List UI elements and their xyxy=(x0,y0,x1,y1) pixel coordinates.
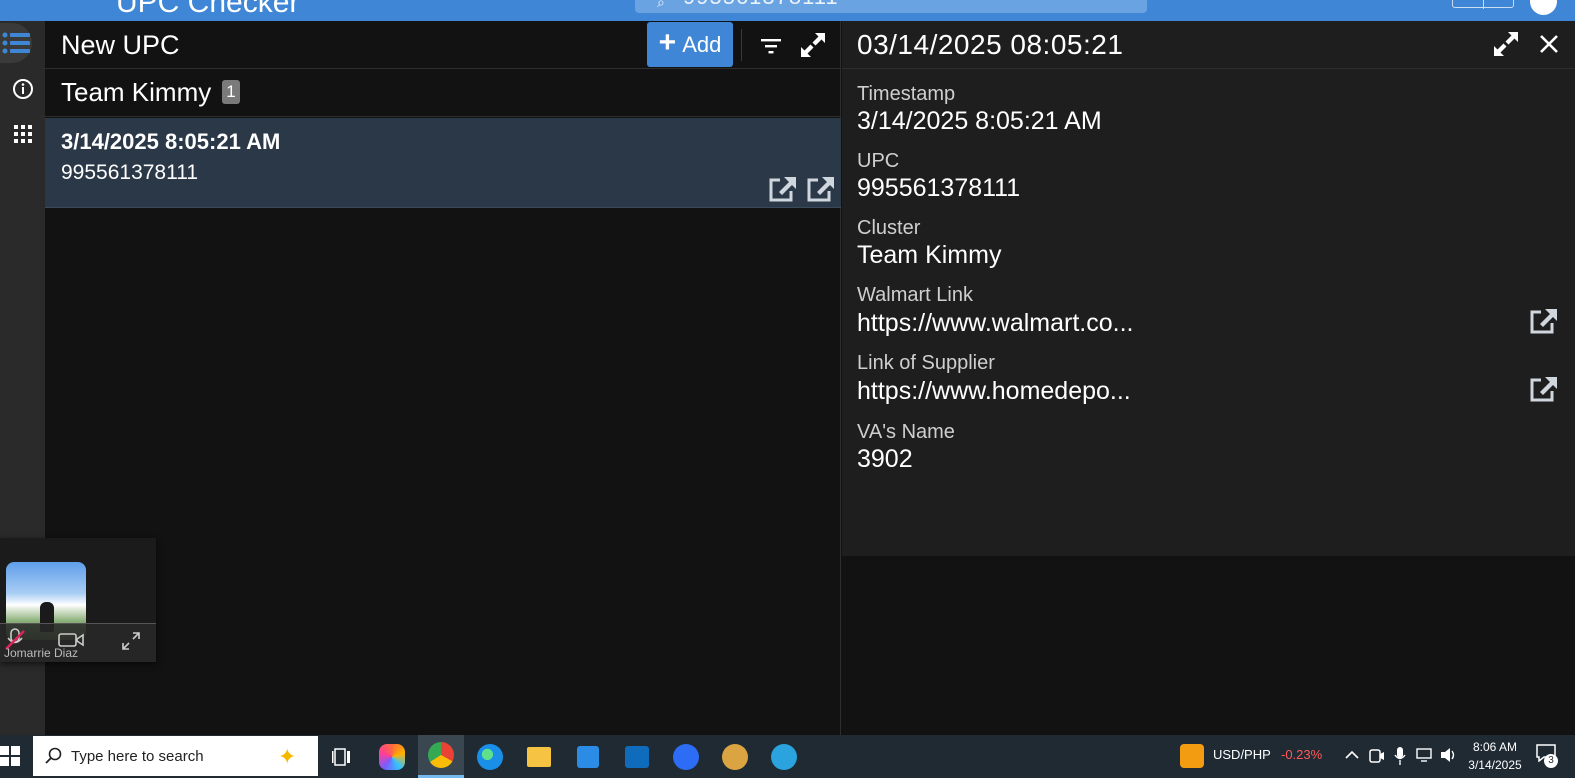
field-label-timestamp: Timestamp xyxy=(857,83,956,105)
microphone-icon[interactable] xyxy=(1394,746,1406,766)
account-icon[interactable] xyxy=(1530,0,1557,15)
participant-name: Jomarrie Diaz xyxy=(4,646,79,660)
app-title: UPC Checker xyxy=(116,0,300,19)
file-explorer-icon[interactable] xyxy=(516,735,562,778)
group-header[interactable]: Team Kimmy 1 xyxy=(45,70,841,117)
outlook-icon[interactable] xyxy=(614,735,660,778)
meet-now-icon[interactable] xyxy=(1369,747,1385,765)
field-value-supplier-link[interactable]: https://www.homedepo... xyxy=(857,377,1131,406)
field-label-va-name: VA's Name xyxy=(857,421,955,443)
search-value: 995561378111 xyxy=(683,0,839,10)
group-label: Team Kimmy xyxy=(61,77,212,107)
info-button[interactable] xyxy=(0,69,45,109)
copilot-icon[interactable] xyxy=(369,735,415,778)
filter-icon[interactable] xyxy=(759,34,783,58)
external-link-icon[interactable] xyxy=(1528,307,1558,335)
expand-icon[interactable] xyxy=(1492,30,1520,58)
field-value-upc: 995561378111 xyxy=(857,174,1021,202)
field-value-timestamp: 3/14/2025 8:05:21 AM xyxy=(857,107,1102,135)
apps-button[interactable] xyxy=(0,114,45,154)
field-label-supplier-link: Link of Supplier xyxy=(857,352,995,374)
notification-count: 3 xyxy=(1544,754,1558,768)
search-icon xyxy=(45,747,62,764)
field-label-cluster: Cluster xyxy=(857,217,921,239)
detail-title: 03/14/2025 08:05:21 xyxy=(857,29,1124,60)
expand-icon[interactable] xyxy=(799,31,827,59)
external-link-icon[interactable] xyxy=(805,175,835,203)
notification-center-icon[interactable]: 3 xyxy=(1536,744,1558,768)
taskbar-search-input[interactable]: Type here to search ✦ xyxy=(33,736,318,776)
list-item[interactable]: 3/14/2025 8:05:21 AM 995561378111 xyxy=(45,118,841,208)
field-value-walmart-link[interactable]: https://www.walmart.co... xyxy=(857,309,1133,338)
clock-date: 3/14/2025 xyxy=(1468,758,1522,772)
windows-start-icon[interactable] xyxy=(0,746,20,766)
network-icon[interactable] xyxy=(1416,747,1434,763)
sparkle-icon: ✦ xyxy=(278,744,297,769)
plus-icon: + xyxy=(658,26,677,59)
zoom-icon[interactable] xyxy=(663,735,709,778)
detail-panel: 03/14/2025 08:05:21 Timestamp 3/14/2025 … xyxy=(842,21,1575,556)
list-icon xyxy=(2,32,30,54)
list-panel: New UPC + Add Team Kimmy 1 3/14/2025 8:0… xyxy=(45,21,841,735)
edge-icon[interactable] xyxy=(467,735,513,778)
chevron-up-icon[interactable] xyxy=(1345,749,1359,761)
currency-widget-icon[interactable] xyxy=(1180,744,1204,768)
list-title: New UPC xyxy=(61,30,180,60)
list-view-button[interactable] xyxy=(0,23,32,63)
taskbar: Type here to search ✦ USD/PHP -0.23% 8:0… xyxy=(0,735,1575,778)
game-app-icon[interactable] xyxy=(712,735,758,778)
chrome-icon[interactable] xyxy=(418,735,464,778)
record-upc: 995561378111 xyxy=(61,161,199,184)
divider xyxy=(741,29,742,61)
add-button[interactable]: + Add xyxy=(647,22,733,67)
external-link-icon[interactable] xyxy=(1528,375,1558,403)
close-icon[interactable] xyxy=(1538,33,1560,55)
field-value-cluster: Team Kimmy xyxy=(857,241,1002,269)
record-timestamp: 3/14/2025 8:05:21 AM xyxy=(61,129,281,154)
clock-time: 8:06 AM xyxy=(1472,740,1518,754)
detail-header: 03/14/2025 08:05:21 xyxy=(842,21,1575,69)
search-icon: ⌕ xyxy=(657,0,665,10)
microsoft-store-icon[interactable] xyxy=(565,735,611,778)
currency-pair[interactable]: USD/PHP xyxy=(1213,747,1271,762)
video-call-window[interactable]: Jomarrie Diaz xyxy=(0,538,156,662)
grid-icon xyxy=(13,125,32,143)
currency-change: -0.23% xyxy=(1281,747,1323,762)
group-count-badge: 1 xyxy=(222,80,240,104)
system-clock[interactable]: 8:06 AM 3/14/2025 xyxy=(1462,738,1528,774)
view-toggle[interactable] xyxy=(1452,0,1514,9)
screen: UPC Checker ⌕ 995561378111 xyxy=(0,0,1575,778)
field-value-va-name: 3902 xyxy=(857,445,913,473)
expand-icon[interactable] xyxy=(122,632,140,650)
volume-icon[interactable] xyxy=(1440,747,1458,763)
search-placeholder: Type here to search xyxy=(71,747,204,765)
app-bar: UPC Checker ⌕ 995561378111 xyxy=(0,0,1575,21)
telegram-icon[interactable] xyxy=(761,735,807,778)
global-search-input[interactable]: ⌕ 995561378111 xyxy=(635,0,1147,13)
field-label-upc: UPC xyxy=(857,150,900,172)
external-link-icon[interactable] xyxy=(767,175,797,203)
list-header: New UPC + Add xyxy=(45,21,841,69)
task-view-icon[interactable] xyxy=(319,735,365,778)
add-label: Add xyxy=(682,31,722,57)
field-label-walmart-link: Walmart Link xyxy=(857,284,973,306)
info-icon xyxy=(12,79,33,99)
